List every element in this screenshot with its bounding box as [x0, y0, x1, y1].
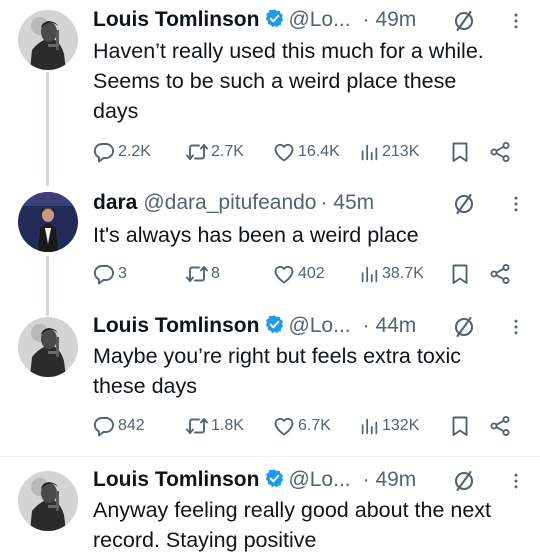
tweet-text: Haven’t really used this much for a whil…	[93, 39, 484, 123]
views-count: 213K	[382, 143, 420, 160]
author-handle[interactable]: @Lo...	[288, 8, 350, 31]
no-entry-icon[interactable]	[452, 469, 476, 493]
tweet[interactable]: Louis Tomlinson @Lo... · 49m Haven’t reall…	[0, 5, 540, 175]
verified-badge-icon	[264, 468, 285, 489]
like-button[interactable]: 402	[272, 260, 325, 288]
reply-thread: Louis Tomlinson @Lo... · 49m Haven’t reall…	[0, 0, 540, 558]
views-icon	[358, 141, 380, 163]
reply-button[interactable]: 842	[92, 412, 145, 440]
more-icon[interactable]	[506, 194, 526, 214]
reply-count: 842	[118, 417, 145, 434]
like-button[interactable]: 6.7K	[272, 412, 331, 440]
bookmark-icon	[448, 414, 472, 438]
views-button[interactable]: 213K	[358, 138, 419, 166]
retweet-button[interactable]: 8	[185, 260, 220, 288]
share-icon	[488, 140, 512, 164]
views-button[interactable]: 38.7K	[358, 260, 424, 288]
author-handle[interactable]: @dara_pitufeando	[143, 191, 316, 214]
share-icon	[488, 262, 512, 286]
reply-icon	[92, 262, 116, 286]
retweet-button[interactable]: 1.8K	[185, 412, 244, 440]
bookmark-button[interactable]	[448, 138, 472, 166]
action-bar: 3 8 402 38.7K	[92, 260, 522, 288]
share-button[interactable]	[488, 138, 512, 166]
avatar[interactable]	[18, 471, 78, 531]
action-bar: 2.2K 2.7K 16.4K 213K	[92, 138, 522, 166]
author-handle[interactable]: @Lo...	[288, 468, 350, 491]
bookmark-button[interactable]	[448, 260, 472, 288]
tweet-time[interactable]: · 49m	[363, 8, 417, 31]
divider	[0, 456, 540, 457]
like-button[interactable]: 16.4K	[272, 138, 340, 166]
author-name[interactable]: Louis Tomlinson	[93, 314, 259, 337]
retweet-icon	[185, 262, 209, 286]
tweet-text: Maybe you’re right but feels extra toxic…	[93, 344, 462, 398]
verified-badge-icon	[264, 8, 285, 29]
like-count: 402	[298, 265, 325, 282]
reply-icon	[92, 140, 116, 164]
no-entry-icon[interactable]	[452, 315, 476, 339]
views-icon	[358, 263, 380, 285]
more-icon[interactable]	[506, 11, 526, 31]
no-entry-icon[interactable]	[452, 192, 476, 216]
reply-icon	[92, 414, 116, 438]
author-name[interactable]: dara	[93, 191, 137, 214]
reply-count: 3	[118, 265, 127, 282]
like-icon	[272, 262, 296, 286]
retweet-count: 8	[211, 265, 220, 282]
bookmark-icon	[448, 262, 472, 286]
author-handle[interactable]: @Lo...	[288, 314, 350, 337]
tweet[interactable]: Louis Tomlinson @Lo... · 49m Anyway feelin…	[0, 465, 540, 558]
share-icon	[488, 414, 512, 438]
reply-button[interactable]: 3	[92, 260, 127, 288]
avatar[interactable]	[18, 10, 78, 70]
more-icon[interactable]	[506, 317, 526, 337]
avatar[interactable]	[18, 317, 78, 377]
bookmark-icon	[448, 140, 472, 164]
views-button[interactable]: 132K	[358, 412, 419, 440]
tweet-text: It's always has been a weird place	[93, 223, 419, 247]
verified-badge-icon	[264, 314, 285, 335]
like-icon	[272, 140, 296, 164]
retweet-button[interactable]: 2.7K	[185, 138, 244, 166]
share-button[interactable]	[488, 412, 512, 440]
no-entry-icon[interactable]	[452, 9, 476, 33]
action-bar: 842 1.8K 6.7K 132K	[92, 412, 522, 440]
retweet-icon	[185, 140, 209, 164]
more-icon[interactable]	[506, 471, 526, 491]
like-count: 16.4K	[298, 143, 340, 160]
author-name[interactable]: Louis Tomlinson	[93, 468, 259, 491]
tweet[interactable]: dara @dara_pitufeando · 45m It's always ha…	[0, 188, 540, 308]
reply-button[interactable]: 2.2K	[92, 138, 151, 166]
reply-count: 2.2K	[118, 143, 151, 160]
views-count: 132K	[382, 417, 420, 434]
author-name[interactable]: Louis Tomlinson	[93, 8, 259, 31]
avatar[interactable]	[18, 192, 78, 252]
views-icon	[358, 415, 380, 437]
views-count: 38.7K	[382, 265, 424, 282]
tweet-time[interactable]: · 44m	[363, 314, 417, 337]
retweet-icon	[185, 414, 209, 438]
tweet-text: Anyway feeling really good about the nex…	[93, 498, 492, 552]
like-icon	[272, 414, 296, 438]
tweet[interactable]: Louis Tomlinson @Lo... · 44m Maybe you’re …	[0, 311, 540, 451]
retweet-count: 1.8K	[211, 417, 244, 434]
share-button[interactable]	[488, 260, 512, 288]
like-count: 6.7K	[298, 417, 331, 434]
tweet-time[interactable]: · 45m	[320, 191, 374, 214]
retweet-count: 2.7K	[211, 143, 244, 160]
bookmark-button[interactable]	[448, 412, 472, 440]
tweet-time[interactable]: · 49m	[363, 468, 417, 491]
